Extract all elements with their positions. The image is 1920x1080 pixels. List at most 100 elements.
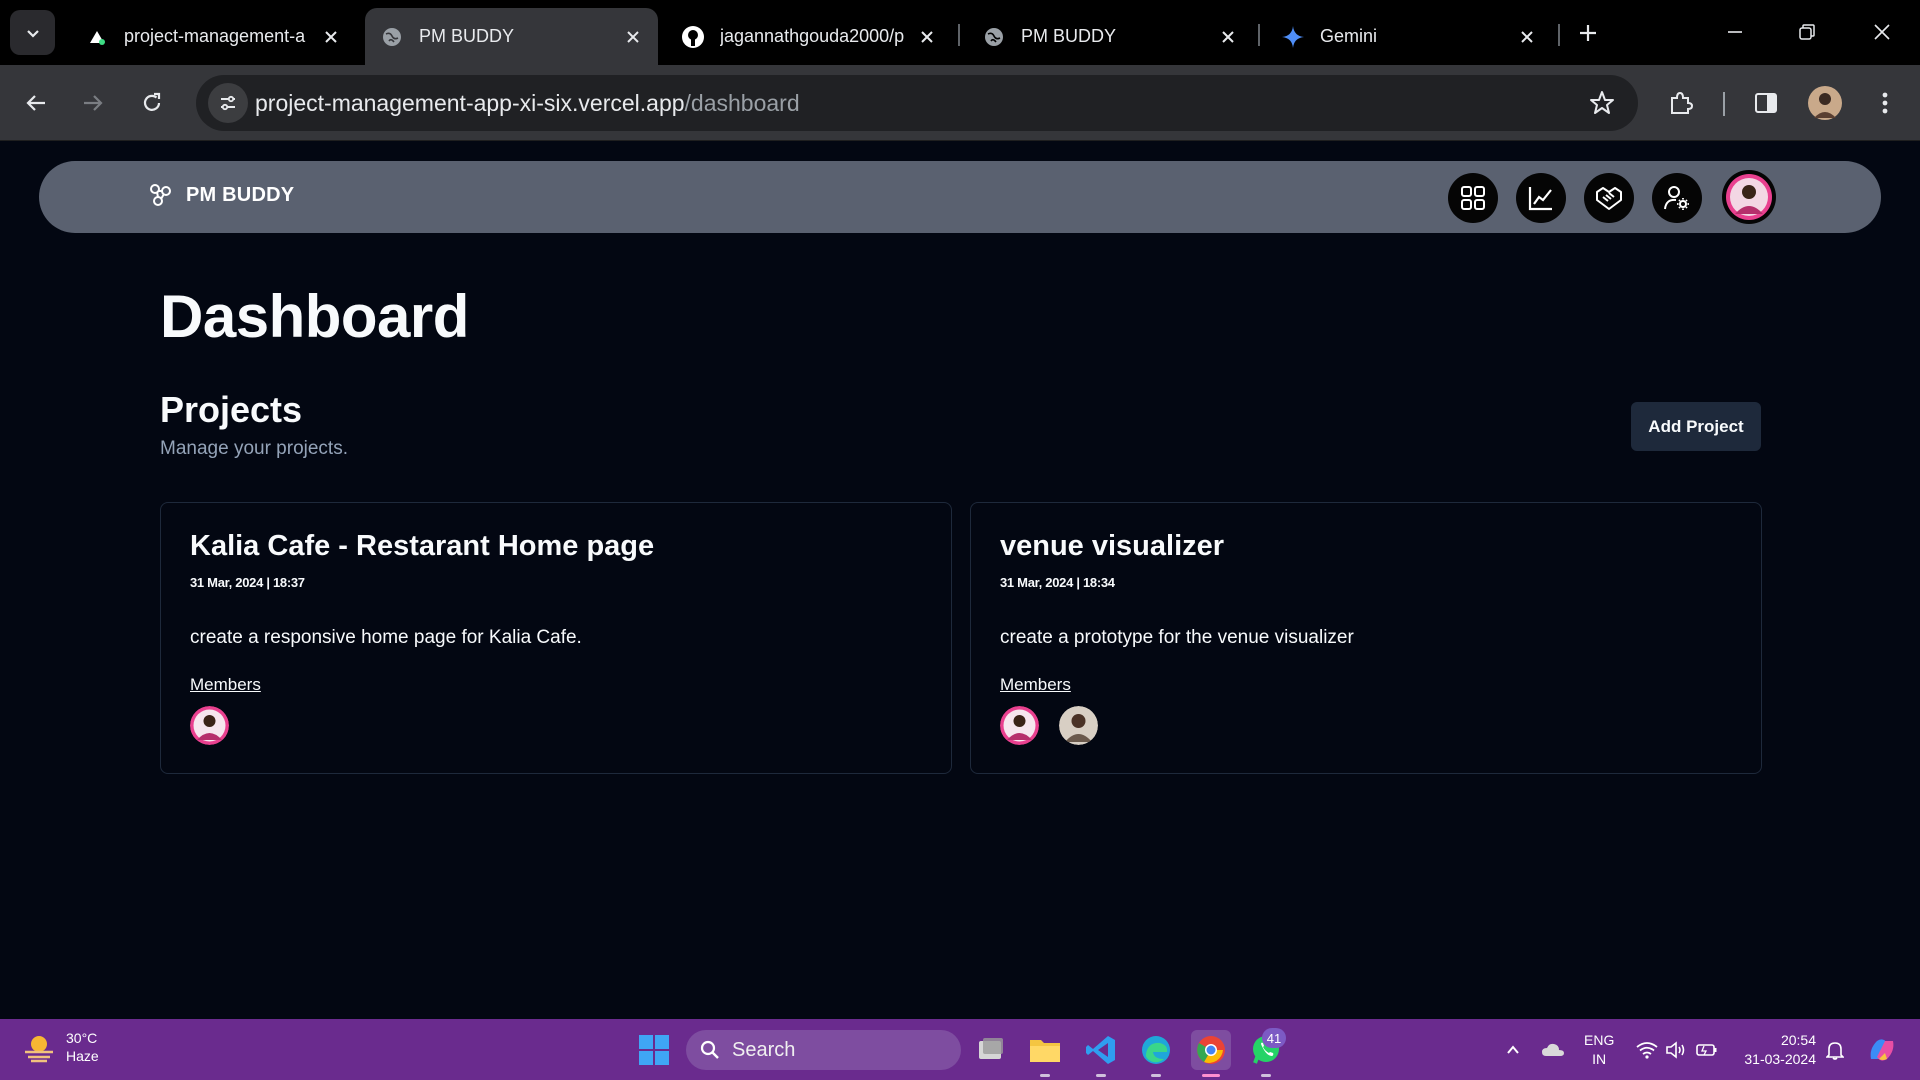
browser-tab-3[interactable]: jagannathgouda2000/p xyxy=(666,8,952,65)
project-date: 31 Mar, 2024 | 18:34 xyxy=(1000,575,1115,590)
copilot-icon[interactable] xyxy=(1866,1034,1898,1066)
vscode-app[interactable] xyxy=(1081,1030,1121,1077)
project-description: create a prototype for the venue visuali… xyxy=(1000,627,1354,648)
address-bar[interactable]: project-management-app-xi-six.vercel.app… xyxy=(196,75,1638,131)
handshake-icon xyxy=(1596,187,1622,210)
plus-icon xyxy=(1580,25,1596,41)
task-view-icon xyxy=(979,1038,1003,1059)
side-panel-button[interactable] xyxy=(1747,84,1785,122)
weather-desc: Haze xyxy=(66,1048,99,1064)
tab-title: jagannathgouda2000/p xyxy=(720,26,905,46)
battery-icon[interactable] xyxy=(1695,1038,1719,1062)
close-icon[interactable] xyxy=(1512,22,1542,52)
tab-search-button[interactable] xyxy=(10,10,55,55)
weather-widget[interactable]: 30°C Haze xyxy=(22,1029,99,1065)
brand-name: PM BUDDY xyxy=(186,183,295,206)
task-view-button[interactable] xyxy=(971,1030,1011,1070)
restore-button[interactable] xyxy=(1787,14,1827,50)
github-icon xyxy=(680,24,706,50)
windows-logo-icon xyxy=(639,1035,669,1065)
member-avatar[interactable] xyxy=(1000,706,1039,745)
nav-analytics-button[interactable] xyxy=(1516,173,1566,223)
section-subtitle: Manage your projects. xyxy=(160,438,348,459)
onedrive-icon[interactable] xyxy=(1541,1038,1565,1062)
nav-user-settings-button[interactable] xyxy=(1652,173,1702,223)
edge-app[interactable] xyxy=(1136,1030,1176,1077)
new-tab-button[interactable] xyxy=(1571,16,1605,50)
logo-icon xyxy=(146,181,174,209)
members-link[interactable]: Members xyxy=(190,675,261,695)
start-button[interactable] xyxy=(638,1034,670,1066)
tab-title: PM BUDDY xyxy=(1021,26,1117,46)
nav-dashboard-button[interactable] xyxy=(1448,173,1498,223)
globe-icon xyxy=(981,24,1007,50)
browser-tab-5[interactable]: Gemini xyxy=(1266,8,1552,65)
search-icon xyxy=(700,1040,719,1059)
toolbar-divider xyxy=(1723,92,1725,116)
arrow-right-icon xyxy=(84,95,103,111)
chrome-profile-avatar[interactable] xyxy=(1806,84,1844,122)
minimize-button[interactable] xyxy=(1715,14,1755,50)
page-title: Dashboard xyxy=(160,283,469,350)
close-icon[interactable] xyxy=(316,22,346,52)
browser-tab-4[interactable]: PM BUDDY xyxy=(967,8,1253,65)
file-explorer-app[interactable] xyxy=(1025,1030,1065,1077)
member-avatar[interactable] xyxy=(1059,706,1098,745)
grid-icon xyxy=(1461,186,1485,210)
site-info-icon[interactable] xyxy=(208,83,248,123)
member-avatar[interactable] xyxy=(190,706,229,745)
close-icon[interactable] xyxy=(618,22,648,52)
clock-time: 20:54 xyxy=(1780,1032,1816,1048)
project-card[interactable]: venue visualizer 31 Mar, 2024 | 18:34 cr… xyxy=(970,502,1762,774)
lang-bottom: IN xyxy=(1592,1051,1607,1067)
browser-tab-2[interactable]: PM BUDDY xyxy=(365,8,658,65)
bookmark-star-icon[interactable] xyxy=(1586,87,1618,119)
close-icon xyxy=(1874,24,1890,40)
members-link[interactable]: Members xyxy=(1000,675,1071,695)
brand[interactable]: PM BUDDY xyxy=(146,181,294,209)
project-description: create a responsive home page for Kalia … xyxy=(190,627,582,648)
nav-collaboration-button[interactable] xyxy=(1584,173,1634,223)
close-window-button[interactable] xyxy=(1862,14,1902,50)
vscode-icon xyxy=(1086,1036,1115,1064)
project-date: 31 Mar, 2024 | 18:37 xyxy=(190,575,305,590)
extensions-button[interactable] xyxy=(1662,84,1700,122)
close-icon[interactable] xyxy=(912,22,942,52)
chevron-up-icon[interactable] xyxy=(1501,1038,1525,1062)
tab-title: Gemini xyxy=(1320,26,1378,46)
notification-bell-icon[interactable] xyxy=(1823,1038,1847,1062)
back-button[interactable] xyxy=(17,84,55,122)
notification-badge: 41 xyxy=(1262,1028,1286,1048)
reload-button[interactable] xyxy=(133,84,171,122)
tab-separator xyxy=(958,24,960,46)
search-label: Search xyxy=(732,1038,796,1061)
restore-icon xyxy=(1799,24,1815,40)
wifi-icon[interactable] xyxy=(1635,1038,1659,1062)
tab-title: PM BUDDY xyxy=(419,26,515,46)
volume-icon[interactable] xyxy=(1664,1038,1688,1062)
system-clock[interactable]: 20:54 31-03-2024 xyxy=(1736,1031,1816,1069)
user-gear-icon xyxy=(1664,186,1689,210)
chrome-menu-button[interactable] xyxy=(1866,84,1904,122)
arrow-left-icon xyxy=(26,95,45,111)
browser-tab-1[interactable]: project-management-a xyxy=(70,8,356,65)
project-title[interactable]: Kalia Cafe - Restarant Home page xyxy=(190,530,654,563)
chrome-app[interactable] xyxy=(1191,1030,1231,1077)
member-avatars xyxy=(190,706,229,745)
forward-button[interactable] xyxy=(74,84,112,122)
input-language[interactable]: ENG IN xyxy=(1584,1031,1614,1069)
taskbar-search[interactable]: Search xyxy=(686,1030,961,1070)
chevron-down-icon xyxy=(26,29,39,38)
clock-date: 31-03-2024 xyxy=(1744,1051,1816,1067)
tab-title: project-management-a xyxy=(124,26,306,46)
reload-icon xyxy=(143,92,161,111)
add-project-button[interactable]: Add Project xyxy=(1631,402,1761,451)
close-icon[interactable] xyxy=(1213,22,1243,52)
vercel-icon xyxy=(84,24,110,50)
user-avatar-button[interactable] xyxy=(1722,170,1776,224)
url-path: /dashboard xyxy=(684,90,800,116)
tab-separator xyxy=(1258,24,1260,46)
project-title[interactable]: venue visualizer xyxy=(1000,530,1224,563)
project-card[interactable]: Kalia Cafe - Restarant Home page 31 Mar,… xyxy=(160,502,952,774)
avatar xyxy=(1726,174,1772,220)
